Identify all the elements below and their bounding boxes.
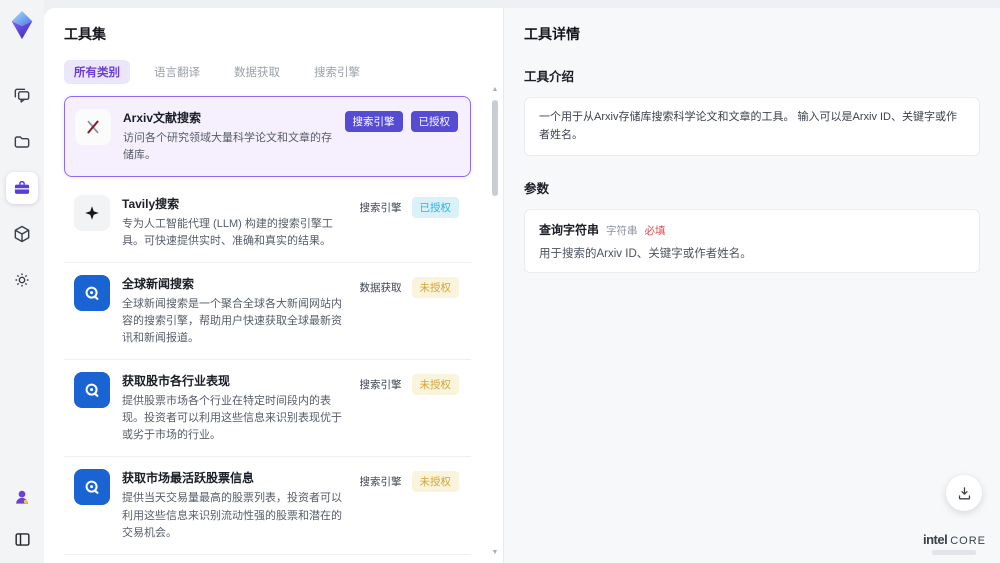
- list-scrollbar: ▲ ▼: [491, 86, 499, 557]
- tool-list-item[interactable]: 全球新闻搜索 全球新闻搜索是一个聚合全球各大新闻网站内容的搜索引擎，帮助用户快速…: [64, 263, 471, 361]
- avatar-icon: [12, 487, 32, 507]
- tool-badges: 数据获取 未授权: [358, 275, 459, 299]
- sidebar-item-files[interactable]: [6, 126, 38, 158]
- param-name: 查询字符串: [539, 223, 600, 238]
- tool-description: 提供当天交易量最高的股票列表，投资者可以利用这些信息来识别流动性强的股票和潜在的…: [122, 492, 342, 539]
- tool-icon: [75, 109, 111, 145]
- tool-badges: 搜索引擎 已授权: [358, 195, 459, 219]
- sidebar-user-avatar[interactable]: [6, 481, 38, 513]
- folder-icon: [12, 132, 32, 152]
- tool-description: 访问各个研究领域大量科学论文和文章的存储库。: [123, 132, 332, 162]
- category-tab[interactable]: 语言翻译: [144, 60, 210, 84]
- category-badge: 搜索引擎: [359, 202, 402, 215]
- tool-text-block: 全球新闻搜索 全球新闻搜索是一个聚合全球各大新闻网站内容的搜索引擎，帮助用户快速…: [122, 275, 346, 347]
- param-type: 字符串: [606, 225, 638, 238]
- sidebar-item-chat[interactable]: [6, 80, 38, 112]
- tool-description: 提供股票市场各个行业在特定时间段内的表现。投资者可以利用这些信息来识别表现优于或…: [122, 395, 342, 442]
- tool-list-pane: 工具集 所有类别 语言翻译 数据获取 搜索引擎 Arxiv文献搜索 访问各个研究…: [44, 8, 504, 563]
- param-required-badge: 必填: [644, 225, 666, 238]
- intro-heading: 工具介绍: [524, 70, 575, 84]
- tool-description: 专为人工智能代理 (LLM) 构建的搜索引擎工具。可快速提供实时、准确和真实的结…: [122, 218, 333, 248]
- tavily-star-icon: [83, 204, 101, 222]
- tool-list-item[interactable]: 万维地区新闻查询 查询具体行政区划内的新闻，快速了解各地新闻动 搜索引擎 未授权: [64, 554, 471, 563]
- tool-list-item[interactable]: Tavily搜索 专为人工智能代理 (LLM) 构建的搜索引擎工具。可快速提供实…: [64, 183, 471, 264]
- tool-list-item[interactable]: 获取股市各行业表现 提供股票市场各个行业在特定时间段内的表现。投资者可以利用这些…: [64, 360, 471, 458]
- params-heading: 参数: [524, 182, 550, 197]
- news-service-icon: [82, 283, 102, 303]
- news-service-icon: [82, 477, 102, 497]
- scrollbar-thumb[interactable]: [492, 100, 498, 196]
- download-icon: [956, 485, 973, 502]
- scroll-up-arrow[interactable]: ▲: [491, 86, 499, 94]
- download-button[interactable]: [946, 475, 982, 511]
- tool-icon: [74, 469, 110, 506]
- tool-list-item[interactable]: 获取市场最活跃股票信息 提供当天交易量最高的股票列表，投资者可以利用这些信息来识…: [64, 457, 471, 555]
- param-box: 查询字符串 字符串 必填 用于搜索的Arxiv ID、关键字或作者姓名。: [524, 209, 980, 274]
- toolbox-icon: [12, 178, 32, 198]
- category-tab[interactable]: 数据获取: [224, 60, 290, 84]
- auth-status-badge: 未授权: [411, 374, 459, 396]
- tool-name: 获取股市各行业表现: [122, 374, 231, 389]
- category-badge: 搜索引擎: [344, 111, 403, 132]
- intel-logo-text: intel: [922, 532, 948, 547]
- page-title: 工具集: [64, 26, 106, 42]
- sidebar-item-packages[interactable]: [6, 218, 38, 250]
- category-badge: 搜索引擎: [359, 379, 402, 392]
- core-logo-text: CORE: [950, 535, 986, 547]
- intro-text: 一个用于从Arxiv存储库搜索科学论文和文章的工具。 输入可以是Arxiv ID…: [539, 111, 957, 141]
- news-service-icon: [82, 380, 102, 400]
- tool-icon: [74, 195, 110, 232]
- category-badge: 搜索引擎: [359, 476, 402, 489]
- tool-name: 全球新闻搜索: [122, 277, 195, 292]
- tool-name: Tavily搜索: [122, 197, 180, 212]
- tool-detail-pane: 工具详情 工具介绍 一个用于从Arxiv存储库搜索科学论文和文章的工具。 输入可…: [504, 8, 1000, 563]
- scroll-down-arrow[interactable]: ▼: [491, 549, 499, 557]
- tool-badges: 搜索引擎 未授权: [358, 469, 459, 493]
- tool-icon: [74, 372, 110, 409]
- tool-description: 全球新闻搜索是一个聚合全球各大新闻网站内容的搜索引擎，帮助用户快速获取全球最新资…: [122, 298, 342, 345]
- tool-badges: 搜索引擎 未授权: [358, 372, 459, 396]
- app-sidebar: [0, 0, 44, 563]
- auth-status-badge: 未授权: [411, 471, 459, 493]
- intro-box: 一个用于从Arxiv存储库搜索科学论文和文章的工具。 输入可以是Arxiv ID…: [524, 97, 980, 157]
- auth-status-badge: 已授权: [411, 197, 459, 219]
- collapse-panel-icon: [13, 530, 32, 549]
- tool-name: 获取市场最活跃股票信息: [122, 471, 255, 486]
- cube-icon: [12, 224, 32, 244]
- tool-name: Arxiv文献搜索: [123, 111, 202, 125]
- tool-text-block: 获取市场最活跃股票信息 提供当天交易量最高的股票列表，投资者可以利用这些信息来识…: [122, 469, 346, 541]
- tool-text-block: 获取股市各行业表现 提供股票市场各个行业在特定时间段内的表现。投资者可以利用这些…: [122, 372, 346, 444]
- tool-text-block: Tavily搜索 专为人工智能代理 (LLM) 构建的搜索引擎工具。可快速提供实…: [122, 195, 346, 250]
- tool-icon: [74, 275, 110, 312]
- tool-list-item[interactable]: Arxiv文献搜索 访问各个研究领域大量科学论文和文章的存储库。 搜索引擎 已授…: [64, 96, 471, 178]
- category-badge: 数据获取: [359, 282, 402, 295]
- auth-status-badge: 未授权: [411, 277, 459, 299]
- auth-status-badge: 已授权: [410, 111, 458, 132]
- arxiv-logo-icon: [83, 117, 103, 137]
- detail-title: 工具详情: [524, 26, 580, 42]
- category-tab[interactable]: 搜索引擎: [304, 60, 370, 84]
- sidebar-collapse-toggle[interactable]: [6, 523, 38, 555]
- tool-badges: 搜索引擎 已授权: [344, 109, 458, 132]
- tool-list: Arxiv文献搜索 访问各个研究领域大量科学论文和文章的存储库。 搜索引擎 已授…: [64, 96, 483, 563]
- main-content: 工具集 所有类别 语言翻译 数据获取 搜索引擎 Arxiv文献搜索 访问各个研究…: [44, 8, 1000, 563]
- gear-icon: [12, 270, 32, 290]
- sidebar-item-toolbox[interactable]: [6, 172, 38, 204]
- sidebar-item-settings[interactable]: [6, 264, 38, 296]
- param-description: 用于搜索的Arxiv ID、关键字或作者姓名。: [539, 248, 752, 261]
- category-tabs: 所有类别 语言翻译 数据获取 搜索引擎: [64, 60, 483, 84]
- intel-core-brand: intel CORE: [923, 532, 986, 555]
- chat-icon: [12, 86, 32, 106]
- app-logo-icon[interactable]: [7, 10, 37, 40]
- tool-text-block: Arxiv文献搜索 访问各个研究领域大量科学论文和文章的存储库。: [123, 109, 333, 164]
- brand-subtext-blur: [932, 550, 977, 555]
- category-tab[interactable]: 所有类别: [64, 60, 130, 84]
